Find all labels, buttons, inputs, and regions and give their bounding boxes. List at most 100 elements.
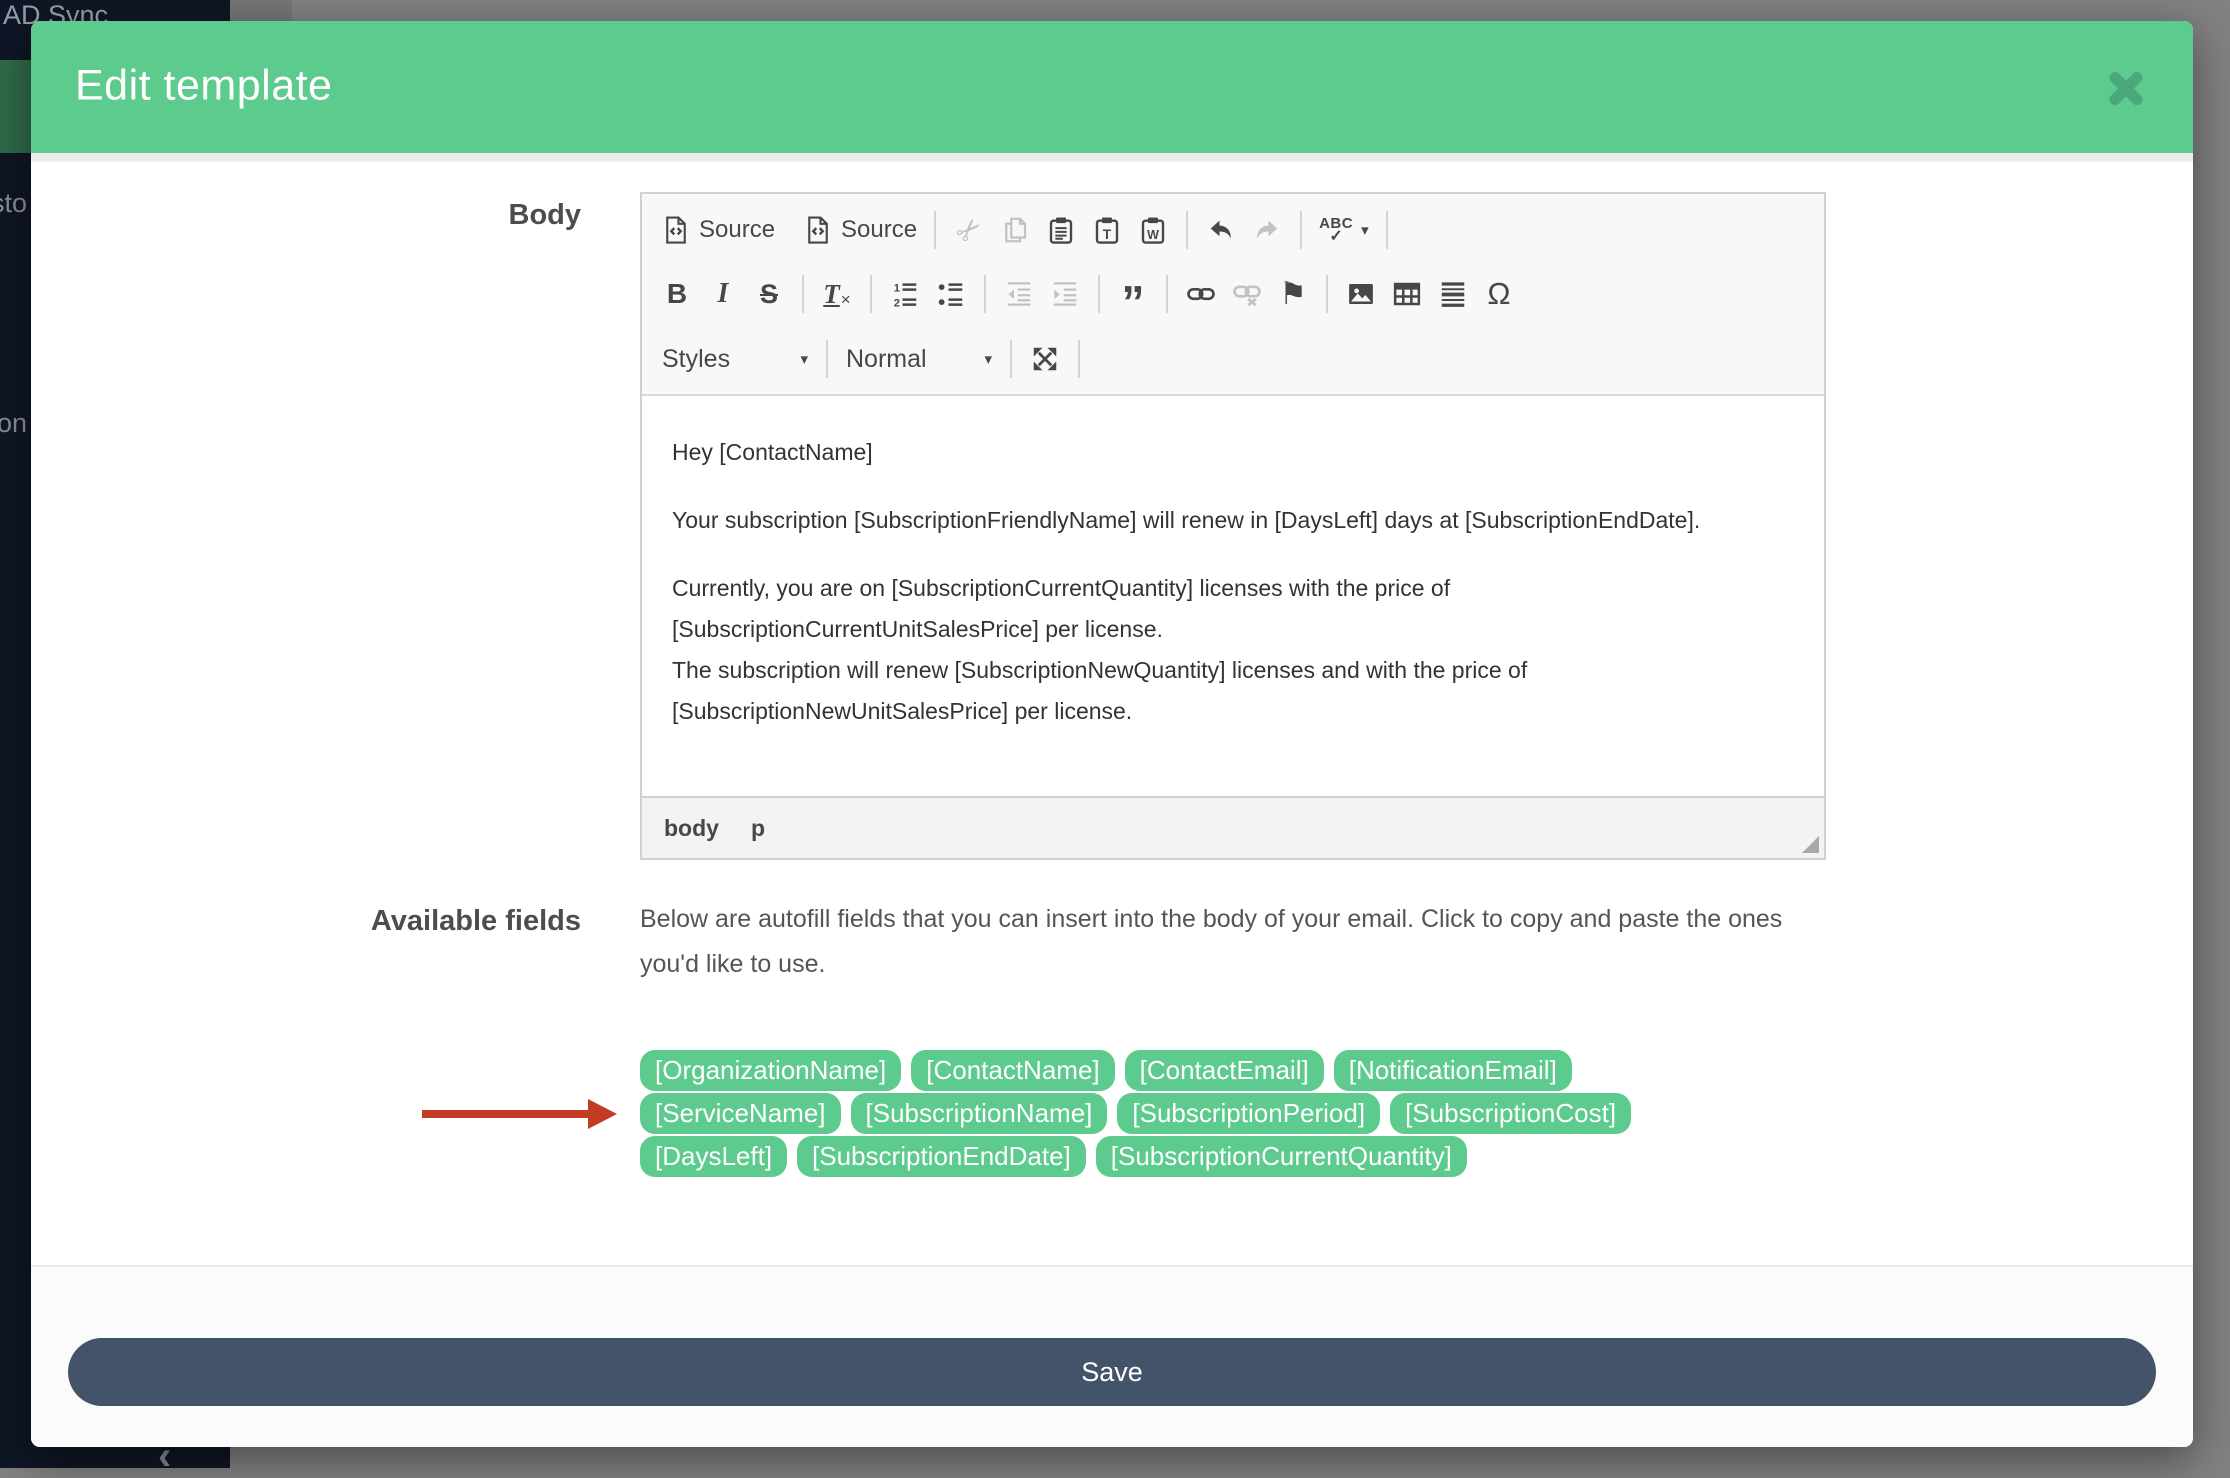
editor-paragraph: Your subscription [SubscriptionFriendlyN… <box>672 500 1794 541</box>
sidebar-item-partial[interactable]: sto <box>0 188 27 219</box>
svg-text:W: W <box>1147 228 1159 242</box>
element-path-bar: body p <box>642 796 1824 858</box>
element-path-item[interactable]: p <box>751 815 765 842</box>
arrow-head <box>588 1099 617 1129</box>
paste-word-icon: W <box>1138 215 1168 245</box>
spellcheck-button[interactable]: ABC ✓ ▾ <box>1312 205 1376 255</box>
table-icon <box>1392 279 1422 309</box>
remove-format-button[interactable]: T× <box>814 269 860 319</box>
source-button-2[interactable]: Source <box>796 205 924 255</box>
maximize-button[interactable] <box>1022 334 1068 384</box>
link-button[interactable] <box>1178 269 1224 319</box>
quote-icon: ” <box>1122 292 1145 312</box>
available-fields-label: Available fields <box>361 905 581 938</box>
header-divider <box>31 153 2193 162</box>
close-icon[interactable] <box>2103 65 2149 111</box>
body-field-label: Body <box>361 199 581 232</box>
editor-toolbar: Source Source ✂ <box>642 194 1824 396</box>
field-pill[interactable]: [SubscriptionName] <box>851 1093 1108 1134</box>
field-pill[interactable]: [OrganizationName] <box>640 1050 901 1091</box>
source-button-label: Source <box>699 216 775 244</box>
svg-text:1: 1 <box>894 283 900 295</box>
toolbar-separator <box>1300 211 1302 249</box>
toolbar-row-2: B I S T× 1 2 <box>654 262 1812 326</box>
undo-button[interactable] <box>1198 205 1244 255</box>
paste-as-text-button[interactable]: T <box>1084 205 1130 255</box>
format-dropdown-value: Normal <box>846 345 927 374</box>
strikethrough-button[interactable]: S <box>746 269 792 319</box>
field-pill[interactable]: [DaysLeft] <box>640 1136 787 1177</box>
insert-image-button[interactable] <box>1338 269 1384 319</box>
indent-icon <box>1050 279 1080 309</box>
editor-paragraph: Currently, you are on [SubscriptionCurre… <box>672 568 1794 732</box>
link-icon <box>1186 279 1216 309</box>
paragraph-format-dropdown[interactable]: Normal ▾ <box>838 334 1000 384</box>
horizontal-line-button[interactable] <box>1430 269 1476 319</box>
source-button[interactable]: Source <box>654 205 782 255</box>
toolbar-row-3: Styles ▾ Normal ▾ <box>654 326 1812 392</box>
increase-indent-button[interactable] <box>1042 269 1088 319</box>
svg-text:2: 2 <box>894 298 900 310</box>
toolbar-separator <box>1386 211 1388 249</box>
bold-button[interactable]: B <box>654 269 700 319</box>
field-pill[interactable]: [SubscriptionCost] <box>1390 1093 1631 1134</box>
toolbar-separator <box>984 275 986 313</box>
paste-button[interactable] <box>1038 205 1084 255</box>
editor-paragraph: Hey [ContactName] <box>672 432 1794 473</box>
field-pill[interactable]: [SubscriptionPeriod] <box>1117 1093 1380 1134</box>
flag-icon: ⚑ <box>1279 276 1307 312</box>
insert-table-button[interactable] <box>1384 269 1430 319</box>
special-character-button[interactable]: Ω <box>1476 269 1522 319</box>
field-pill[interactable]: [SubscriptionCurrentQuantity] <box>1096 1136 1467 1177</box>
modal-footer: Save <box>31 1265 2193 1447</box>
editor-content-area[interactable]: Hey [ContactName] Your subscription [Subs… <box>642 396 1824 796</box>
cut-button[interactable]: ✂ <box>946 205 992 255</box>
page-background-band <box>230 0 292 21</box>
source-icon <box>803 215 833 245</box>
toolbar-separator <box>1078 340 1080 378</box>
sidebar-item-partial[interactable]: ion <box>0 408 27 439</box>
rich-text-editor: Source Source ✂ <box>640 192 1826 860</box>
toolbar-separator <box>802 275 804 313</box>
numbered-list-button[interactable]: 1 2 <box>882 269 928 319</box>
maximize-icon <box>1030 344 1060 374</box>
unlink-button[interactable] <box>1224 269 1270 319</box>
toolbar-separator <box>1010 340 1012 378</box>
svg-text:T: T <box>1103 227 1112 242</box>
toolbar-separator <box>934 211 936 249</box>
arrow-line <box>422 1110 588 1118</box>
source-button-label: Source <box>841 216 917 244</box>
redo-icon <box>1252 215 1282 245</box>
field-pill[interactable]: [ContactName] <box>911 1050 1114 1091</box>
chevron-down-icon: ▾ <box>984 350 992 368</box>
field-pill-list: [OrganizationName][ContactName] [ContactE… <box>640 1050 1860 1179</box>
available-fields-description: Below are autofill fields that you can i… <box>640 897 1820 987</box>
element-path-items: body p <box>664 815 765 842</box>
toolbar-separator <box>826 340 828 378</box>
bulleted-list-icon <box>936 279 966 309</box>
decrease-indent-button[interactable] <box>996 269 1042 319</box>
field-pill[interactable]: [ContactEmail] <box>1125 1050 1324 1091</box>
edit-template-modal: Edit template Body Source <box>31 21 2193 1447</box>
image-icon <box>1346 279 1376 309</box>
redo-button[interactable] <box>1244 205 1290 255</box>
bulleted-list-button[interactable] <box>928 269 974 319</box>
modal-title: Edit template <box>75 62 332 111</box>
resize-handle[interactable] <box>1802 836 1819 853</box>
copy-button[interactable] <box>992 205 1038 255</box>
copy-icon <box>1000 215 1030 245</box>
field-pill[interactable]: [ServiceName] <box>640 1093 841 1134</box>
source-icon <box>661 215 691 245</box>
undo-icon <box>1206 215 1236 245</box>
paste-from-word-button[interactable]: W <box>1130 205 1176 255</box>
save-button[interactable]: Save <box>68 1338 2156 1406</box>
styles-dropdown-value: Styles <box>662 345 730 374</box>
field-pill[interactable]: [SubscriptionEndDate] <box>797 1136 1086 1177</box>
styles-dropdown[interactable]: Styles ▾ <box>654 334 816 384</box>
blockquote-button[interactable]: ” <box>1110 269 1156 319</box>
element-path-item[interactable]: body <box>664 815 719 842</box>
italic-button[interactable]: I <box>700 269 746 319</box>
toolbar-row-1: Source Source ✂ <box>654 198 1812 262</box>
field-pill[interactable]: [NotificationEmail] <box>1334 1050 1572 1091</box>
anchor-button[interactable]: ⚑ <box>1270 269 1316 319</box>
